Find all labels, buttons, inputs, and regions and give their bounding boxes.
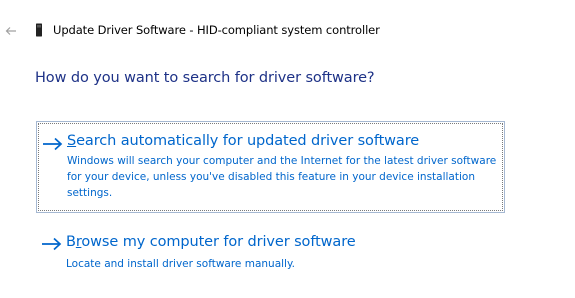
- browse-computer-option[interactable]: Browse my computer for driver software L…: [36, 231, 505, 275]
- back-arrow-icon: [5, 27, 16, 35]
- arrow-right-icon: [43, 137, 63, 151]
- device-icon: [36, 23, 42, 37]
- browse-label-pre: B: [66, 234, 76, 250]
- search-automatically-option[interactable]: Search automatically for updated driver …: [36, 121, 505, 213]
- arrow-right-icon: [42, 237, 62, 251]
- browse-computer-description: Locate and install driver software manua…: [66, 258, 296, 270]
- search-automatically-label: Search automatically for updated driver …: [67, 133, 419, 149]
- update-driver-dialog: Update Driver Software - HID-compliant s…: [0, 0, 575, 298]
- browse-label-rest: owse my computer for driver software: [81, 234, 356, 250]
- back-button[interactable]: [3, 22, 19, 40]
- mnemonic-key: S: [67, 133, 77, 149]
- browse-computer-label: Browse my computer for driver software: [66, 234, 356, 250]
- window-title: Update Driver Software - HID-compliant s…: [53, 23, 380, 37]
- search-automatically-description: Windows will search your computer and th…: [67, 155, 497, 199]
- search-automatically-label-rest: earch automatically for updated driver s…: [76, 133, 420, 149]
- page-title: How do you want to search for driver sof…: [35, 70, 375, 86]
